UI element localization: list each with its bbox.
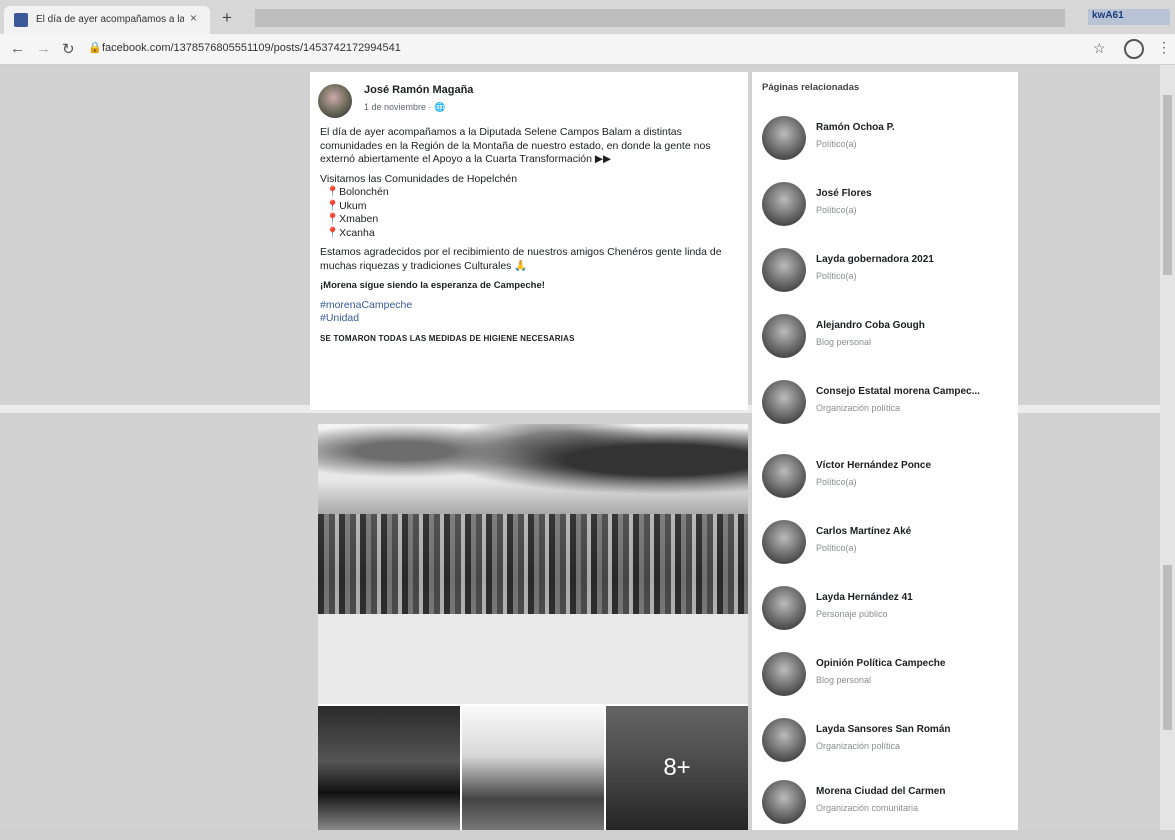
reload-icon[interactable]: ↻ [62, 40, 75, 58]
profile-badge-label: kwA61 [1092, 10, 1124, 21]
avatar[interactable] [762, 780, 806, 824]
scrollbar[interactable] [1160, 65, 1175, 830]
communities-list: 📍Bolonchén 📍Ukum 📍Xmaben 📍Xcanha [320, 186, 740, 240]
related-page-category: Blog personal [816, 337, 872, 347]
related-page-category: Político(a) [816, 271, 857, 281]
post-body: El día de ayer acompañamos a la Diputada… [320, 126, 740, 345]
account-icon[interactable] [1124, 39, 1144, 59]
related-page-item[interactable]: Morena Ciudad del Carmen Organización co… [762, 780, 1018, 840]
post-date-text: 1 de noviembre [364, 102, 427, 112]
related-page-name[interactable]: José Flores [816, 188, 1016, 199]
post-author[interactable]: José Ramón Magaña [364, 84, 473, 96]
related-page-category: Blog personal [816, 675, 872, 685]
photo-trees [318, 424, 748, 514]
forward-icon[interactable]: → [36, 40, 51, 57]
related-page-name[interactable]: Víctor Hernández Ponce [816, 460, 1016, 471]
profile-badge[interactable]: kwA61 [1088, 9, 1170, 25]
related-page-item[interactable]: Víctor Hernández Ponce Político(a) [762, 454, 1018, 514]
related-page-item[interactable]: Layda gobernadora 2021 Político(a) [762, 248, 1018, 308]
post-visit-intro: Visitamos las Comunidades de Hopelchén [320, 172, 518, 185]
browser-tab[interactable]: El día de ayer acompañamos a la × [4, 6, 210, 34]
tab-title: El día de ayer acompañamos a la [36, 14, 184, 25]
back-icon[interactable]: ← [10, 40, 25, 57]
more-photos-count[interactable]: 8+ [606, 706, 748, 830]
related-page-item[interactable]: Alejandro Coba Gough Blog personal [762, 314, 1018, 374]
related-page-name[interactable]: Carlos Martínez Aké [816, 526, 1016, 537]
community-item: 📍Xcanha [326, 226, 375, 239]
avatar[interactable] [762, 182, 806, 226]
globe-icon: 🌐 [434, 102, 446, 112]
hashtag-link[interactable]: #morenaCampeche [320, 299, 740, 313]
related-page-name[interactable]: Layda Sansores San Román [816, 724, 1016, 735]
bookmark-star-icon[interactable]: ☆ [1093, 40, 1106, 57]
related-page-name[interactable]: Alejandro Coba Gough [816, 320, 1016, 331]
photo-thumbnail[interactable] [462, 706, 604, 830]
related-page-category: Político(a) [816, 205, 857, 215]
related-page-name[interactable]: Morena Ciudad del Carmen [816, 786, 1016, 797]
lock-icon[interactable]: 🔒 [88, 41, 102, 54]
related-page-name[interactable]: Layda gobernadora 2021 [816, 254, 1016, 265]
avatar[interactable] [762, 520, 806, 564]
related-page-item[interactable]: Carlos Martínez Aké Político(a) [762, 520, 1018, 580]
facebook-favicon-icon [14, 13, 28, 27]
related-pages-title: Páginas relacionadas [762, 82, 860, 93]
avatar[interactable] [762, 718, 806, 762]
photo-thumbnail[interactable]: 8+ [606, 706, 748, 830]
community-item: 📍Xmaben [326, 213, 379, 225]
avatar[interactable] [762, 248, 806, 292]
photo-thumbnail[interactable] [318, 706, 460, 830]
post-note: SE TOMARON TODAS LAS MEDIDAS DE HIGIENE … [320, 333, 575, 343]
post-paragraph: El día de ayer acompañamos a la Diputada… [320, 126, 711, 165]
related-page-item[interactable]: Layda Hernández 41 Personaje público [762, 586, 1018, 646]
avatar[interactable] [762, 586, 806, 630]
related-page-category: Organización comunitaria [816, 803, 919, 813]
community-item: 📍Ukum [326, 199, 367, 212]
related-page-name[interactable]: Ramón Ochoa P. [816, 122, 1016, 133]
scrollbar-thumb[interactable] [1163, 95, 1172, 275]
tab-bar: El día de ayer acompañamos a la × + kwA6… [0, 0, 1175, 34]
post-date[interactable]: 1 de noviembre · 🌐 [364, 102, 445, 113]
hashtag-link[interactable]: #Unidad [320, 312, 740, 326]
related-page-item[interactable]: Layda Sansores San Román Organización po… [762, 718, 1018, 778]
main-photo[interactable] [318, 424, 748, 704]
tab-close-icon[interactable]: × [190, 11, 197, 25]
url-field[interactable]: facebook.com/1378576805551109/posts/1453… [102, 42, 401, 54]
related-page-item[interactable]: Ramón Ochoa P. Político(a) [762, 116, 1018, 176]
scrollbar-thumb[interactable] [1163, 565, 1172, 730]
menu-icon[interactable]: ⋮ [1157, 39, 1171, 56]
tab-strip [255, 9, 1065, 27]
related-page-category: Organización política [816, 741, 901, 751]
related-page-category: Político(a) [816, 543, 857, 553]
post-card: José Ramón Magaña 1 de noviembre · 🌐 El … [310, 72, 748, 410]
post-slogan: ¡Morena sigue siendo la esperanza de Cam… [320, 280, 545, 291]
related-page-item[interactable]: Opinión Política Campeche Blog personal [762, 652, 1018, 712]
related-pages-panel: Páginas relacionadas Ramón Ochoa P. Polí… [752, 72, 1018, 830]
avatar[interactable] [762, 380, 806, 424]
related-page-name[interactable]: Opinión Política Campeche [816, 658, 1016, 669]
post-paragraph: Estamos agradecidos por el recibimiento … [320, 246, 722, 272]
related-page-item[interactable]: José Flores Político(a) [762, 182, 1018, 242]
related-page-name[interactable]: Consejo Estatal morena Campec... [816, 386, 1016, 397]
avatar[interactable] [762, 652, 806, 696]
community-item: 📍Bolonchén [326, 186, 389, 198]
related-page-category: Organización política [816, 403, 901, 413]
avatar[interactable] [762, 454, 806, 498]
photo-grid: 8+ [318, 424, 748, 830]
new-tab-icon[interactable]: + [222, 8, 232, 28]
related-page-item[interactable]: Consejo Estatal morena Campec... Organiz… [762, 380, 1018, 440]
avatar[interactable] [762, 314, 806, 358]
related-page-category: Personaje público [816, 609, 888, 619]
photo-crowd [318, 514, 748, 614]
photo-ground [318, 614, 748, 704]
avatar[interactable] [762, 116, 806, 160]
related-page-name[interactable]: Layda Hernández 41 [816, 592, 1016, 603]
related-page-category: Político(a) [816, 139, 857, 149]
address-bar: ← → ↻ 🔒 facebook.com/1378576805551109/po… [0, 34, 1175, 65]
related-page-category: Político(a) [816, 477, 857, 487]
avatar[interactable] [318, 84, 352, 118]
